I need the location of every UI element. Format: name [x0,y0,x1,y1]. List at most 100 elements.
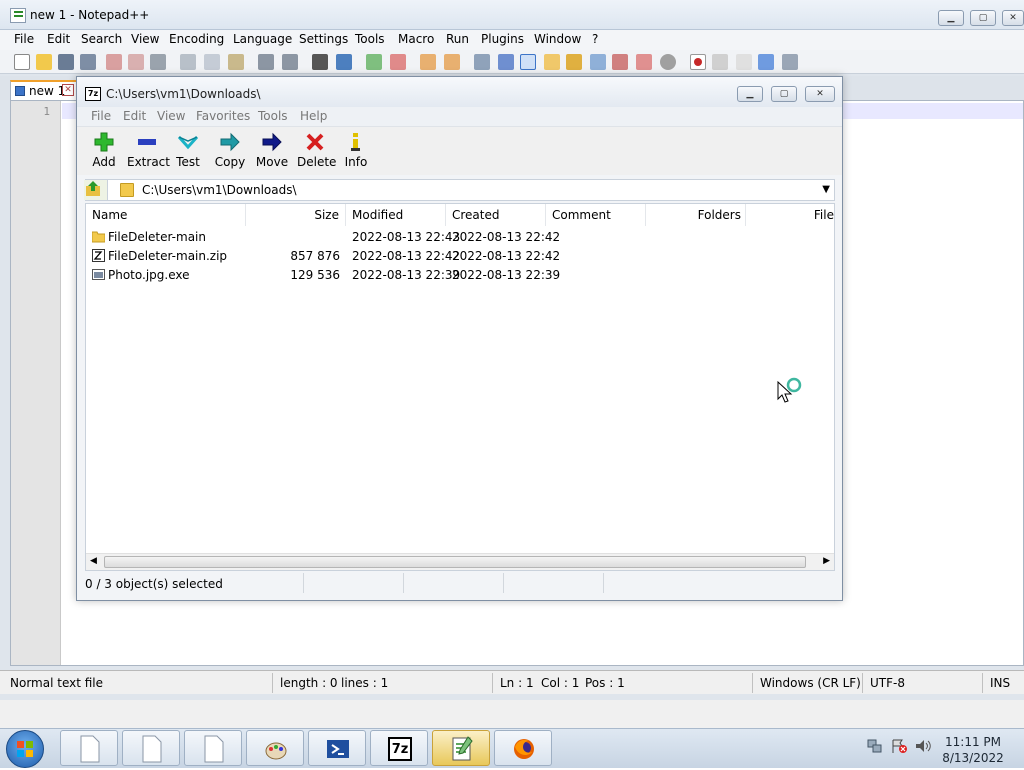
close-all-icon[interactable] [128,54,144,70]
taskbar-7zip[interactable]: 7z [370,730,428,766]
file-row[interactable]: FileDeleter-main 2022-08-13 22:43 2022-0… [86,228,834,247]
menu-plugins[interactable]: Plugins [481,32,524,46]
zoom-out-icon[interactable] [390,54,406,70]
taskbar-powershell[interactable] [308,730,366,766]
start-button[interactable] [6,730,44,768]
menu-run[interactable]: Run [446,32,469,46]
sync-v-icon[interactable] [420,54,436,70]
undo-icon[interactable] [258,54,274,70]
tab-new-1[interactable]: new 1 ✕ [10,80,78,100]
sz-menu-help[interactable]: Help [300,109,327,123]
new-file-icon[interactable] [14,54,30,70]
comment-icon[interactable] [660,54,676,70]
folder-workspace-icon[interactable] [590,54,606,70]
save-icon[interactable] [58,54,74,70]
horizontal-scrollbar[interactable]: ◀ ▶ [86,553,834,570]
scrollbar-thumb[interactable] [104,556,806,568]
replace-icon[interactable] [336,54,352,70]
menu-macro[interactable]: Macro [398,32,434,46]
menu-search[interactable]: Search [81,32,122,46]
menu-edit[interactable]: Edit [47,32,70,46]
scroll-left-icon[interactable]: ◀ [90,556,97,566]
file-row[interactable]: Photo.jpg.exe 129 536 2022-08-13 22:39 2… [86,266,834,285]
sz-menu-favorites[interactable]: Favorites [196,109,250,123]
sz-menu-file[interactable]: File [91,109,111,123]
indent-guide-icon[interactable] [520,54,536,70]
close-tab-icon[interactable]: ✕ [62,84,74,96]
sync-h-icon[interactable] [444,54,460,70]
run-macro-multiple-icon[interactable] [758,54,774,70]
taskbar-file-2[interactable] [122,730,180,766]
copy-icon[interactable] [204,54,220,70]
taskbar-clock[interactable]: 11:11 PM 8/13/2022 [938,734,1008,766]
address-bar[interactable]: C:\Users\vm1\Downloads\ ▼ [84,179,835,201]
file-row[interactable]: FileDeleter-main.zip 857 876 2022-08-13 … [86,247,834,266]
show-all-chars-icon[interactable] [498,54,514,70]
menu-tools[interactable]: Tools [355,32,385,46]
sevenzip-close-button[interactable]: ✕ [805,86,835,102]
taskbar-file-3[interactable] [184,730,242,766]
monitoring-icon[interactable] [612,54,628,70]
file-created: 2022-08-13 22:42 [452,249,561,263]
save-all-icon[interactable] [80,54,96,70]
column-folders[interactable]: Folders [646,204,746,226]
menu-window[interactable]: Window [534,32,581,46]
menu-help[interactable]: ? [592,32,598,46]
copy-label: Copy [214,155,246,169]
chevron-down-icon[interactable]: ▼ [822,184,830,195]
bookmark-icon[interactable] [636,54,652,70]
extract-button[interactable]: Extract [127,131,170,169]
close-button[interactable]: ✕ [1002,10,1024,26]
sz-menu-view[interactable]: View [157,109,185,123]
copy-button[interactable]: Copy [213,131,247,169]
scroll-right-icon[interactable]: ▶ [823,556,830,566]
paste-icon[interactable] [228,54,244,70]
test-button[interactable]: Test [173,131,203,169]
info-button[interactable]: Info [343,131,369,169]
play-macro-icon[interactable] [736,54,752,70]
column-size[interactable]: Size [246,204,346,226]
record-macro-icon[interactable] [690,54,706,70]
delete-button[interactable]: Delete [297,131,336,169]
taskbar-firefox[interactable] [494,730,552,766]
sevenzip-titlebar[interactable]: 7z C:\Users\vm1\Downloads\ ▁ ▢ ✕ [77,77,842,107]
column-created[interactable]: Created [446,204,546,226]
word-wrap-icon[interactable] [474,54,490,70]
function-list-icon[interactable] [566,54,582,70]
sevenzip-maximize-button[interactable]: ▢ [771,86,797,102]
add-button[interactable]: Add [91,131,117,169]
clock-time: 11:11 PM [945,735,1001,749]
menu-settings[interactable]: Settings [299,32,348,46]
column-comment[interactable]: Comment [546,204,646,226]
firefox-icon [514,739,534,759]
column-files[interactable]: File [746,204,834,226]
stop-macro-icon[interactable] [712,54,728,70]
go-up-button[interactable] [84,180,108,200]
sevenzip-minimize-button[interactable]: ▁ [737,86,763,102]
notepadpp-menubar: File Edit Search View Encoding Language … [0,30,1024,50]
taskbar-notepadpp[interactable] [432,730,490,766]
sz-menu-tools[interactable]: Tools [258,109,288,123]
save-macro-icon[interactable] [782,54,798,70]
notepadpp-titlebar[interactable]: new 1 - Notepad++ ▁ ▢ ✕ [0,0,1024,30]
menu-view[interactable]: View [131,32,159,46]
minimize-button[interactable]: ▁ [938,10,964,26]
sz-menu-edit[interactable]: Edit [123,109,146,123]
taskbar-paint[interactable] [246,730,304,766]
menu-encoding[interactable]: Encoding [169,32,224,46]
menu-language[interactable]: Language [233,32,292,46]
zoom-in-icon[interactable] [366,54,382,70]
open-file-icon[interactable] [36,54,52,70]
close-file-icon[interactable] [106,54,122,70]
taskbar-file-1[interactable] [60,730,118,766]
menu-file[interactable]: File [14,32,34,46]
redo-icon[interactable] [282,54,298,70]
print-icon[interactable] [150,54,166,70]
cut-icon[interactable] [180,54,196,70]
doc-map-icon[interactable] [544,54,560,70]
column-name[interactable]: Name [86,204,246,226]
find-icon[interactable] [312,54,328,70]
maximize-button[interactable]: ▢ [970,10,996,26]
move-button[interactable]: Move [255,131,289,169]
column-modified[interactable]: Modified [346,204,446,226]
